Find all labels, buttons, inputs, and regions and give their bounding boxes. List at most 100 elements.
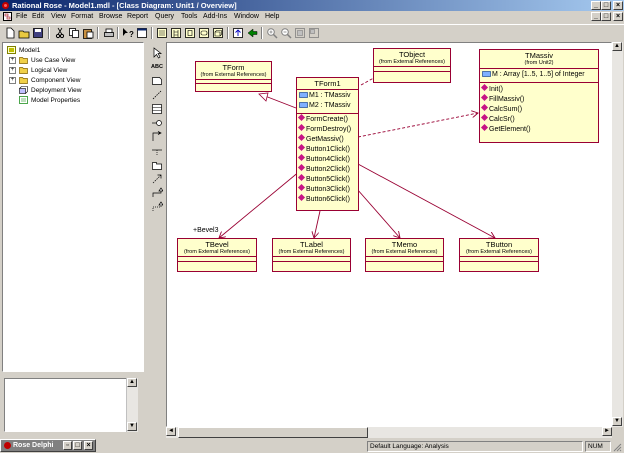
restore-icon[interactable]: ▫ [63,441,72,450]
class-tbevel[interactable]: TBevel (from External References) [177,238,257,272]
view-doc-icon[interactable] [136,27,148,39]
scroll-left-icon[interactable]: ◄ [166,427,176,436]
browse-interaction-diagram-icon[interactable] [170,27,182,39]
doc-restore-button[interactable]: □ [601,12,611,21]
print-icon[interactable] [103,27,115,39]
doc-minimize-button[interactable]: _ [591,12,601,21]
model-browser[interactable]: Model1 + Use Case View + Logical View + … [2,42,144,372]
role-label-bevel3[interactable]: +Bevel3 [193,227,219,234]
realize-icon[interactable] [151,201,164,213]
attribute-row[interactable]: M2 : TMassiv [297,101,358,111]
tree-expander[interactable]: + [9,57,16,64]
minimize-button[interactable]: _ [591,1,601,10]
class-tbutton[interactable]: TButton (from External References) [459,238,539,272]
scroll-thumb[interactable] [178,427,368,438]
attribute-row[interactable]: M1 : TMassiv [297,91,358,101]
dependency-tform1-tmassiv[interactable] [357,113,478,138]
unidirectional-association-icon[interactable] [151,131,163,143]
menu-browse[interactable]: Browse [99,13,122,20]
size-grip-icon[interactable] [612,442,622,452]
maximize-icon[interactable]: □ [73,441,82,450]
zoom-in-icon[interactable] [266,27,278,39]
operation-row[interactable]: GetElement() [480,123,598,135]
association-class-icon[interactable] [151,145,163,157]
tree-item-use-case-view[interactable]: + Use Case View [5,56,135,65]
open-icon[interactable] [18,27,30,39]
title-bar[interactable]: Rational Rose - Model1.mdl - [Class Diag… [0,0,624,11]
class-tlabel[interactable]: TLabel (from External References) [272,238,351,272]
copy-icon[interactable] [68,27,80,39]
menu-view[interactable]: View [51,13,66,20]
scroll-right-icon[interactable]: ► [602,427,612,436]
menu-format[interactable]: Format [71,13,93,20]
paste-icon[interactable] [82,27,94,39]
menu-file[interactable]: File [16,13,27,20]
class-diagram-canvas[interactable]: TForm (from External References) TObject… [166,42,612,427]
text-box-icon[interactable]: ABC [151,61,163,73]
operation-row[interactable]: Button2Click() [297,163,358,175]
browse-previous-icon[interactable] [246,27,258,39]
tree-item-model-properties[interactable]: Model Properties [5,96,135,105]
menu-query[interactable]: Query [155,13,174,20]
note-icon[interactable] [151,75,163,87]
scroll-up-icon[interactable]: ▲ [612,42,622,51]
cut-icon[interactable] [54,27,66,39]
rational-rose-app-icon[interactable] [1,1,10,10]
class-tobject[interactable]: TObject (from External References) [373,48,451,83]
browse-parent-icon[interactable] [232,27,244,39]
anchor-note-icon[interactable] [151,89,163,101]
class-icon[interactable] [151,103,163,115]
selection-arrow-icon[interactable] [151,47,163,59]
canvas-horizontal-scrollbar[interactable]: ◄ ► [166,427,612,438]
pane-splitter[interactable] [2,373,144,377]
class-tform[interactable]: TForm (from External References) [195,61,272,92]
operation-row[interactable]: Button3Click() [297,183,358,195]
attribute-row[interactable]: M : Array [1..5, 1..5] of Integer [480,70,598,80]
maximize-button[interactable]: □ [601,1,611,10]
menu-window[interactable]: Window [234,13,259,20]
tree-expander[interactable]: + [9,67,16,74]
operation-row[interactable]: Button4Click() [297,153,358,165]
tree-item-component-view[interactable]: + Component View [5,76,135,85]
operation-row[interactable]: FillMassiv() [480,93,598,105]
tree-expander[interactable]: + [9,77,16,84]
scroll-up-icon[interactable]: ▲ [127,378,137,387]
operation-row[interactable]: Button6Click() [297,193,358,205]
zoom-out-icon[interactable] [280,27,292,39]
dependency-icon[interactable] [151,173,163,185]
browse-component-diagram-icon[interactable] [184,27,196,39]
operation-row[interactable]: Init() [480,83,598,95]
scroll-down-icon[interactable]: ▼ [127,422,137,431]
new-icon[interactable] [4,27,16,39]
close-button[interactable]: × [613,1,623,10]
browse-class-diagram-icon[interactable] [156,27,168,39]
menu-edit[interactable]: Edit [32,13,44,20]
generalization-icon[interactable] [151,187,164,199]
menu-report[interactable]: Report [127,13,148,20]
undo-fit-icon[interactable] [308,27,320,39]
operation-row[interactable]: Button5Click() [297,173,358,185]
menu-help[interactable]: Help [265,13,279,20]
association-tform1-tbutton[interactable] [357,163,495,238]
browse-state-diagram-icon[interactable] [198,27,210,39]
minimized-window-rose-delphi[interactable]: Rose Delphi ▫ □ × [0,439,96,452]
operation-row[interactable]: FormCreate() [297,113,358,125]
menu-add-ins[interactable]: Add-Ins [203,13,227,20]
fit-in-window-icon[interactable] [294,27,306,39]
doc-close-button[interactable]: × [613,12,623,21]
tree-item-logical-view[interactable]: + Logical View [5,66,135,75]
save-icon[interactable] [32,27,44,39]
close-icon[interactable]: × [84,441,93,450]
tree-item-model[interactable]: Model1 [5,46,135,55]
menu-tools[interactable]: Tools [181,13,197,20]
scroll-down-icon[interactable]: ▼ [612,417,622,426]
tree-item-deployment-view[interactable]: Deployment View [5,86,135,95]
interface-icon[interactable] [151,117,163,129]
canvas-vertical-scrollbar[interactable]: ▲ ▼ [612,42,623,427]
generalization-tform1-tform[interactable] [264,95,297,109]
association-tform1-tbevel[interactable] [219,165,307,238]
documentation-pane[interactable] [4,378,138,432]
context-help-icon[interactable]: ? [122,27,134,39]
association-tform1-tmemo[interactable] [356,188,400,238]
operation-row[interactable]: Button1Click() [297,143,358,155]
